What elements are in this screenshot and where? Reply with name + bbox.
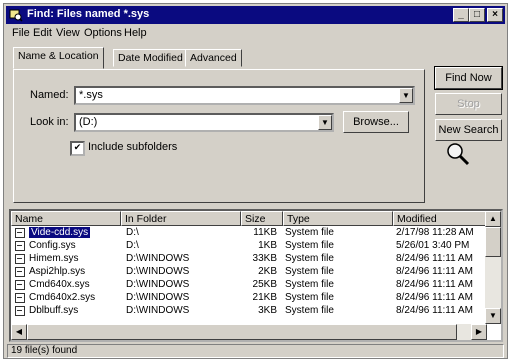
- vertical-scroll-thumb[interactable]: [485, 227, 501, 257]
- table-row[interactable]: Config.sys D:\ 1KB System file 5/26/01 3…: [11, 240, 487, 253]
- table-row[interactable]: Dblbuff.sys D:\WINDOWS 3KB System file 8…: [11, 305, 487, 318]
- maximize-button[interactable]: □: [469, 8, 485, 22]
- vertical-scrollbar[interactable]: ▲ ▼: [485, 211, 501, 324]
- file-name: Config.sys: [29, 240, 76, 251]
- stop-button[interactable]: Stop: [435, 93, 502, 115]
- file-name: Aspi2hlp.sys: [29, 266, 86, 277]
- table-row[interactable]: Cmd640x2.sys D:\WINDOWS 21KB System file…: [11, 292, 487, 305]
- table-row[interactable]: Cmd640x.sys D:\WINDOWS 25KB System file …: [11, 279, 487, 292]
- file-folder: D:\WINDOWS: [126, 292, 190, 303]
- scroll-down-icon[interactable]: ▼: [485, 308, 501, 324]
- file-size: 21KB: [252, 292, 277, 303]
- scroll-up-icon[interactable]: ▲: [485, 211, 501, 227]
- dropdown-arrow-icon[interactable]: ▼: [318, 115, 332, 130]
- tab-name-location[interactable]: Name & Location: [13, 47, 104, 69]
- file-name: Dblbuff.sys: [29, 305, 79, 316]
- find-window: Find: Files named *.sys _ □ × File Edit …: [3, 3, 508, 359]
- dropdown-arrow-icon[interactable]: ▼: [399, 88, 413, 103]
- named-input[interactable]: *.sys: [79, 89, 103, 101]
- find-now-button[interactable]: Find Now: [434, 66, 503, 90]
- file-type: System file: [285, 227, 334, 238]
- file-size: 33KB: [252, 253, 277, 264]
- file-type: System file: [285, 292, 334, 303]
- file-modified: 5/26/01 3:40 PM: [396, 240, 470, 251]
- file-modified: 8/24/96 11:11 AM: [396, 305, 473, 316]
- file-modified: 8/24/96 11:11 AM: [396, 266, 473, 277]
- results-header: Name In Folder Size Type Modified: [11, 211, 487, 226]
- system-file-icon: [15, 293, 25, 303]
- find-app-icon: [9, 9, 23, 22]
- menu-file[interactable]: File: [12, 27, 30, 39]
- file-modified: 8/24/96 11:11 AM: [396, 279, 473, 290]
- system-file-icon: [15, 280, 25, 290]
- table-row[interactable]: Aspi2hlp.sys D:\WINDOWS 2KB System file …: [11, 266, 487, 279]
- file-folder: D:\WINDOWS: [126, 266, 190, 277]
- file-type: System file: [285, 253, 334, 264]
- scroll-left-icon[interactable]: ◀: [11, 324, 27, 340]
- file-folder: D:\WINDOWS: [126, 305, 190, 316]
- file-size: 25KB: [252, 279, 277, 290]
- title-bar[interactable]: Find: Files named *.sys _ □ ×: [6, 6, 505, 24]
- status-text: 19 file(s) found: [11, 345, 78, 356]
- file-name: Vide-cdd.sys: [29, 227, 91, 238]
- include-subfolders-label[interactable]: Include subfolders: [88, 141, 177, 153]
- col-type-header[interactable]: Type: [283, 211, 393, 226]
- menu-bar: File Edit View Options Help: [6, 25, 505, 41]
- scroll-right-icon[interactable]: ▶: [471, 324, 487, 340]
- results-list[interactable]: Name In Folder Size Type Modified Vide-c…: [9, 209, 503, 342]
- tab-advanced[interactable]: Advanced: [185, 49, 242, 67]
- system-file-icon: [15, 254, 25, 264]
- file-modified: 8/24/96 11:11 AM: [396, 292, 473, 303]
- file-folder: D:\WINDOWS: [126, 253, 190, 264]
- table-row[interactable]: Vide-cdd.sys D:\ 11KB System file 2/17/9…: [11, 227, 487, 240]
- minimize-button[interactable]: _: [453, 8, 469, 22]
- file-name: Himem.sys: [29, 253, 79, 264]
- file-folder: D:\: [126, 227, 139, 238]
- look-in-combobox[interactable]: (D:) ▼: [74, 113, 334, 132]
- col-size-header[interactable]: Size: [241, 211, 283, 226]
- menu-options[interactable]: Options: [84, 27, 122, 39]
- status-bar: 19 file(s) found: [7, 344, 504, 358]
- file-type: System file: [285, 266, 334, 277]
- named-combobox[interactable]: *.sys ▼: [74, 86, 415, 105]
- file-name: Cmd640x.sys: [29, 279, 90, 290]
- look-in-value[interactable]: (D:): [79, 116, 97, 128]
- named-label: Named:: [30, 89, 69, 101]
- new-search-button[interactable]: New Search: [435, 119, 502, 141]
- file-modified: 8/24/96 11:11 AM: [396, 253, 473, 264]
- close-button[interactable]: ×: [487, 8, 503, 22]
- file-modified: 2/17/98 11:28 AM: [396, 227, 474, 238]
- file-type: System file: [285, 279, 334, 290]
- col-name-header[interactable]: Name: [11, 211, 121, 226]
- system-file-icon: [15, 306, 25, 316]
- file-name: Cmd640x2.sys: [29, 292, 96, 303]
- file-type: System file: [285, 305, 334, 316]
- menu-edit[interactable]: Edit: [33, 27, 52, 39]
- file-size: 2KB: [258, 266, 277, 277]
- system-file-icon: [15, 228, 25, 238]
- col-folder-header[interactable]: In Folder: [121, 211, 241, 226]
- table-row[interactable]: Himem.sys D:\WINDOWS 33KB System file 8/…: [11, 253, 487, 266]
- system-file-icon: [15, 267, 25, 277]
- horizontal-scroll-thumb[interactable]: [27, 324, 457, 340]
- file-size: 1KB: [258, 240, 277, 251]
- file-size: 11KB: [253, 227, 277, 238]
- include-subfolders-checkbox[interactable]: ✔: [70, 141, 85, 156]
- magnifier-icon: [447, 143, 470, 166]
- menu-view[interactable]: View: [56, 27, 80, 39]
- col-modified-header[interactable]: Modified: [393, 211, 487, 226]
- check-icon: ✔: [73, 142, 82, 152]
- file-size: 3KB: [258, 305, 277, 316]
- horizontal-scrollbar[interactable]: ◀ ▶: [11, 324, 487, 340]
- menu-help[interactable]: Help: [124, 27, 147, 39]
- file-folder: D:\: [126, 240, 139, 251]
- tab-date-modified[interactable]: Date Modified: [113, 49, 188, 67]
- look-in-label: Look in:: [30, 116, 69, 128]
- browse-button[interactable]: Browse...: [343, 111, 409, 133]
- system-file-icon: [15, 241, 25, 251]
- file-type: System file: [285, 240, 334, 251]
- window-title: Find: Files named *.sys: [27, 8, 150, 20]
- file-folder: D:\WINDOWS: [126, 279, 190, 290]
